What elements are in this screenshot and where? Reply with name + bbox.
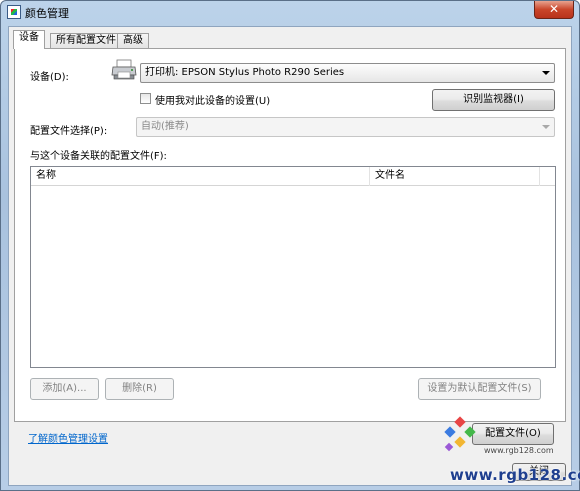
title-bar[interactable]: 颜色管理 ✕	[1, 1, 579, 23]
identify-monitors-button[interactable]: 识别监视器(I)	[432, 89, 555, 111]
device-label: 设备(D):	[30, 72, 69, 83]
profile-selection-dropdown[interactable]: 自动(推荐)	[136, 117, 555, 137]
watermark-logo-icon	[444, 416, 476, 452]
tab-devices[interactable]: 设备	[13, 30, 45, 49]
column-header-filename[interactable]: 文件名	[370, 167, 540, 186]
tab-all-profiles[interactable]: 所有配置文件	[50, 33, 122, 49]
list-header: 名称 文件名	[31, 167, 555, 186]
column-header-name[interactable]: 名称	[31, 167, 370, 186]
devices-tab-panel: 设备(D): 打印机: EPSON Stylus Photo R290 Seri…	[14, 48, 566, 422]
tab-advanced[interactable]: 高级	[117, 33, 149, 49]
add-profile-button[interactable]: 添加(A)...	[30, 378, 99, 400]
use-my-settings-label: 使用我对此设备的设置(U)	[155, 96, 271, 107]
associated-profiles-label: 与这个设备关联的配置文件(F):	[30, 151, 167, 162]
learn-color-management-link[interactable]: 了解颜色管理设置	[28, 430, 108, 445]
site-watermark: www.rgb128.com www.rgb128.com	[440, 412, 580, 491]
profile-selection-value: 自动(推荐)	[141, 121, 189, 132]
use-my-settings-checkbox[interactable]	[140, 93, 151, 104]
window-title: 颜色管理	[25, 7, 69, 20]
chevron-down-icon	[542, 71, 550, 75]
watermark-url: www.rgb128.com	[450, 466, 580, 484]
profile-selection-label: 配置文件选择(P):	[30, 126, 108, 137]
watermark-small-url: www.rgb128.com	[484, 446, 554, 455]
printer-icon	[111, 59, 137, 80]
chevron-down-icon	[542, 125, 550, 129]
window-close-button[interactable]: ✕	[534, 1, 574, 19]
remove-profile-button[interactable]: 删除(R)	[105, 378, 174, 400]
color-management-app-icon	[7, 5, 21, 19]
device-dropdown[interactable]: 打印机: EPSON Stylus Photo R290 Series	[140, 63, 555, 83]
set-default-profile-button[interactable]: 设置为默认配置文件(S)	[418, 378, 541, 400]
device-dropdown-value: 打印机: EPSON Stylus Photo R290 Series	[145, 67, 345, 78]
associated-profiles-list[interactable]: 名称 文件名	[30, 166, 556, 368]
